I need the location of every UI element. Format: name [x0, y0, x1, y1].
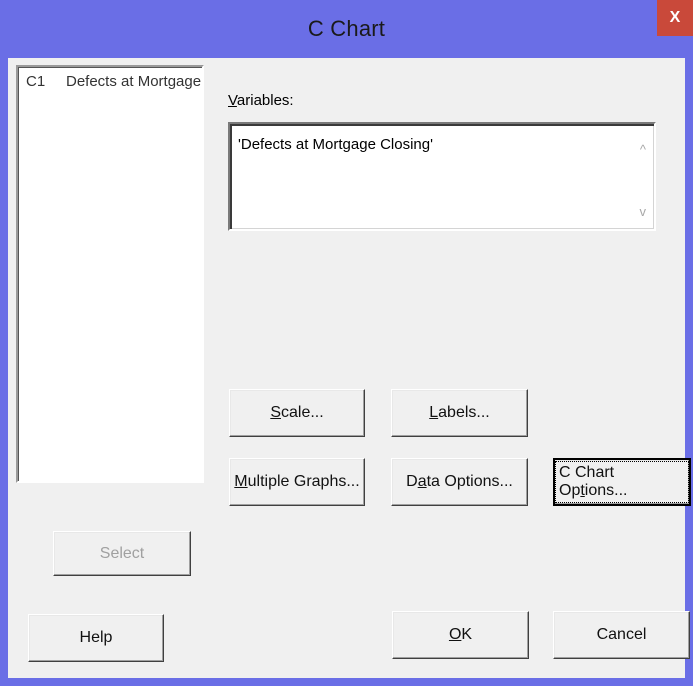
variables-value: 'Defects at Mortgage Closing': [238, 136, 433, 153]
window-title: C Chart: [307, 16, 386, 41]
variables-label: Variables:: [228, 92, 294, 109]
scroll-up-icon[interactable]: ^: [640, 142, 646, 157]
columns-listbox[interactable]: C1 Defects at Mortgage: [16, 65, 204, 483]
column-id: C1: [26, 73, 46, 90]
scroll-down-icon[interactable]: v: [640, 204, 647, 219]
cancel-button[interactable]: Cancel: [553, 611, 690, 659]
list-item[interactable]: C1 Defects at Mortgage: [26, 73, 201, 90]
select-button: Select: [53, 531, 191, 576]
multiple-graphs-button[interactable]: Multiple Graphs...: [229, 458, 365, 506]
title-bar[interactable]: C Chart X: [0, 0, 693, 58]
scale-button[interactable]: Scale...: [229, 389, 365, 437]
help-button[interactable]: Help: [28, 614, 164, 662]
labels-button[interactable]: Labels...: [391, 389, 528, 437]
close-button[interactable]: X: [657, 0, 693, 36]
variables-field[interactable]: 'Defects at Mortgage Closing' ^ v: [228, 122, 656, 231]
c-chart-options-button[interactable]: C Chart Options...: [553, 458, 691, 506]
column-name: Defects at Mortgage: [66, 73, 202, 90]
data-options-button[interactable]: Data Options...: [391, 458, 528, 506]
ok-button[interactable]: OK: [392, 611, 529, 659]
